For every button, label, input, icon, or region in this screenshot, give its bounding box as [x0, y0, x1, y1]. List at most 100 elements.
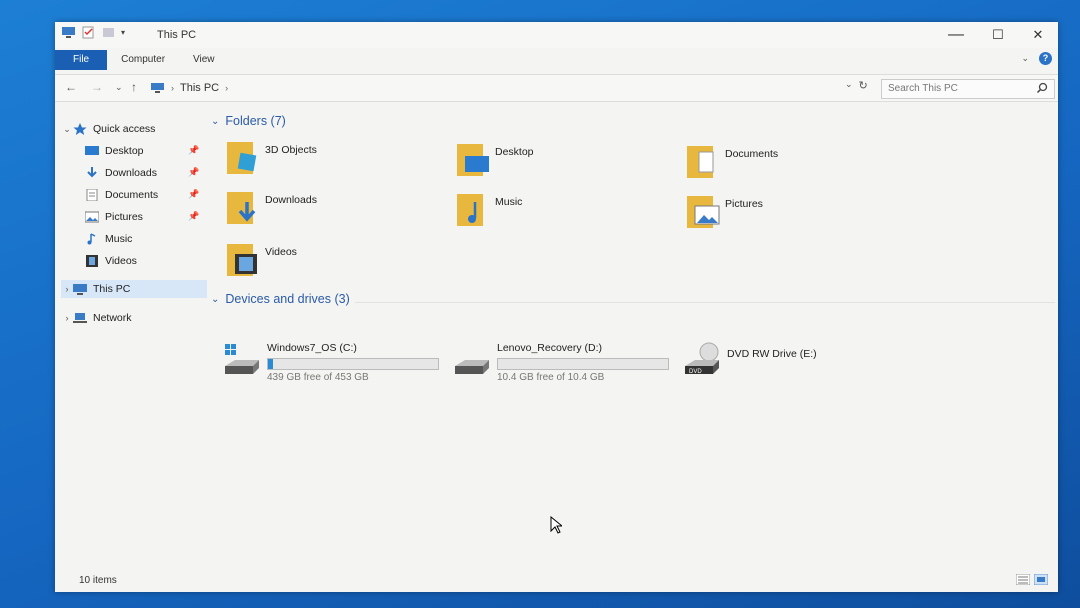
navigation-pane: ⌄ Quick access Desktop 📌 Downloads 📌 Doc… — [55, 110, 207, 570]
network-icon — [73, 313, 87, 323]
ribbon-right: ⌄ ? — [1021, 52, 1052, 65]
expand-chevron-icon[interactable]: › — [61, 284, 73, 294]
drive-free-space: 10.4 GB free of 10.4 GB — [497, 372, 605, 383]
nav-item-videos[interactable]: Videos — [85, 252, 137, 270]
computer-icon[interactable] — [61, 26, 76, 39]
documents-folder-icon — [687, 146, 714, 178]
recent-locations-chevron-icon[interactable]: ⌄ — [115, 82, 123, 93]
windows-drive-icon — [225, 344, 259, 374]
breadcrumb-separator-icon: › — [171, 83, 174, 93]
refresh-icon[interactable]: ↻ — [859, 79, 868, 92]
properties-icon[interactable] — [81, 26, 96, 39]
folders-group-header[interactable]: ⌄ Folders (7) — [211, 114, 286, 128]
expand-chevron-icon[interactable]: ⌄ — [61, 124, 73, 135]
computer-icon — [73, 284, 87, 295]
videos-folder-icon — [227, 244, 257, 276]
ribbon-tabs: File Computer View — [55, 50, 1058, 70]
drive-usage-bar — [267, 358, 439, 370]
drive-label: Lenovo_Recovery (D:) — [497, 342, 603, 354]
documents-icon — [86, 189, 98, 201]
collapse-chevron-icon[interactable]: ⌄ — [211, 116, 219, 127]
drive-usage-bar — [497, 358, 669, 370]
pictures-folder-icon — [687, 196, 720, 228]
close-button[interactable]: ✕ — [1018, 22, 1058, 48]
folder-label: 3D Objects — [265, 144, 317, 156]
forward-arrow-icon[interactable]: → — [91, 80, 103, 94]
customize-qat-chevron-icon[interactable]: ▾ — [121, 28, 125, 37]
drives-divider — [355, 302, 1055, 303]
minimize-button[interactable]: — — [936, 22, 976, 48]
drive-usage-fill — [268, 359, 274, 369]
film-icon — [86, 255, 98, 267]
maximize-button[interactable]: ☐ — [978, 22, 1018, 48]
expand-ribbon-chevron-icon[interactable]: ⌄ — [1021, 53, 1029, 64]
folder-pictures[interactable]: Pictures — [685, 192, 763, 232]
tab-file[interactable]: File — [55, 50, 108, 70]
up-arrow-icon[interactable]: ↑ — [131, 80, 137, 94]
pin-icon[interactable]: 📌 — [188, 145, 199, 156]
folder-3d-objects[interactable]: 3D Objects — [225, 138, 317, 178]
3d-objects-folder-icon — [227, 142, 257, 174]
details-view-icon[interactable] — [1016, 574, 1030, 585]
status-bar: 10 items — [55, 570, 1058, 592]
breadcrumb-chevron-icon[interactable]: › — [225, 83, 228, 93]
nav-item-desktop[interactable]: Desktop — [85, 142, 144, 160]
nav-item-label: Videos — [105, 255, 137, 267]
pin-icon[interactable]: 📌 — [188, 211, 199, 222]
title-bar: ▾ This PC — ☐ ✕ — [55, 22, 1058, 48]
folder-videos[interactable]: Videos — [225, 240, 297, 280]
drives-group-header[interactable]: ⌄ Devices and drives (3) — [211, 292, 350, 306]
folder-downloads[interactable]: Downloads — [225, 188, 317, 228]
nav-quick-access[interactable]: ⌄ Quick access — [61, 120, 155, 138]
tiles-view-icon[interactable] — [1034, 574, 1048, 585]
nav-item-pictures[interactable]: Pictures — [85, 208, 143, 226]
hard-drive-icon — [455, 360, 489, 374]
download-arrow-icon — [87, 167, 97, 178]
help-icon[interactable]: ? — [1039, 52, 1052, 65]
nav-this-pc[interactable]: › This PC — [61, 280, 207, 298]
nav-network[interactable]: › Network — [61, 309, 132, 327]
new-folder-icon[interactable] — [101, 26, 116, 39]
music-note-icon — [87, 233, 96, 245]
address-dropdown-icon[interactable]: ⌄ — [845, 79, 853, 92]
tab-computer[interactable]: Computer — [107, 50, 179, 70]
pin-icon[interactable]: 📌 — [188, 189, 199, 200]
music-folder-icon — [457, 194, 483, 226]
nav-item-label: Pictures — [105, 211, 143, 223]
folder-label: Downloads — [265, 194, 317, 206]
this-pc-icon — [151, 83, 164, 93]
view-toggles — [1016, 574, 1048, 585]
desktop-folder-icon — [457, 144, 489, 176]
nav-network-label: Network — [93, 312, 132, 324]
window-title: This PC — [157, 29, 197, 41]
content-area: ⌄ Folders (7) 3D Objects Desktop Documen… — [205, 108, 1058, 578]
search-input[interactable]: Search This PC — [881, 79, 1055, 99]
nav-quick-access-label: Quick access — [93, 123, 156, 135]
drive-label: DVD RW Drive (E:) — [727, 348, 817, 360]
address-bar[interactable]: › This PC › — [150, 79, 850, 97]
star-icon — [73, 123, 87, 135]
back-arrow-icon[interactable]: ← — [65, 80, 77, 94]
search-icon[interactable] — [1036, 82, 1048, 94]
folder-label: Music — [495, 196, 523, 208]
breadcrumb-this-pc[interactable]: This PC — [180, 82, 219, 94]
folder-desktop[interactable]: Desktop — [455, 140, 534, 180]
svg-text:DVD: DVD — [689, 369, 702, 375]
mouse-cursor-icon — [550, 516, 562, 534]
nav-item-label: Desktop — [105, 145, 144, 157]
nav-item-documents[interactable]: Documents — [85, 186, 158, 204]
collapse-chevron-icon[interactable]: ⌄ — [211, 294, 219, 305]
folder-label: Desktop — [495, 146, 534, 158]
nav-item-downloads[interactable]: Downloads — [85, 164, 157, 182]
folder-documents[interactable]: Documents — [685, 142, 778, 182]
nav-item-label: Music — [105, 233, 133, 245]
nav-item-music[interactable]: Music — [85, 230, 132, 248]
expand-chevron-icon[interactable]: › — [61, 313, 73, 323]
folder-music[interactable]: Music — [455, 190, 522, 230]
drives-header-label: Devices and drives (3) — [225, 292, 350, 306]
pictures-icon — [85, 211, 99, 223]
pin-icon[interactable]: 📌 — [188, 167, 199, 178]
tab-view[interactable]: View — [179, 50, 229, 70]
nav-item-label: Downloads — [105, 167, 157, 179]
downloads-folder-icon — [227, 192, 256, 224]
